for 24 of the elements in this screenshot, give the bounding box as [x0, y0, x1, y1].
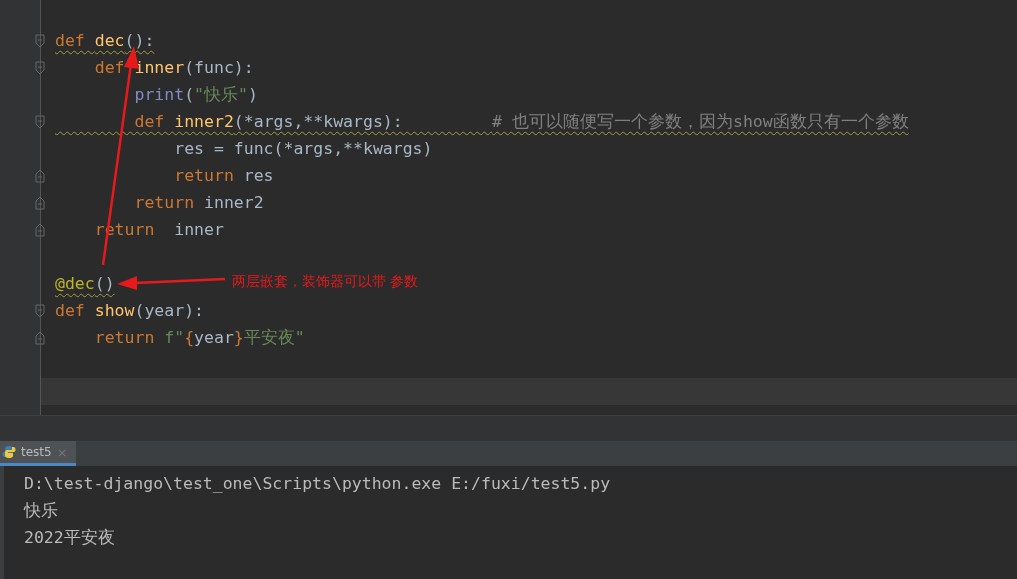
fold-icon[interactable] [35, 60, 45, 75]
code-line: return res [173, 166, 274, 185]
fold-icon[interactable] [35, 222, 45, 237]
code-line: return f"{year}平安夜" [93, 326, 305, 349]
code-line: return inner2 [133, 193, 264, 212]
fold-icon[interactable] [35, 195, 45, 210]
fold-icon[interactable] [35, 33, 45, 48]
code-line: def show(year): [55, 301, 205, 320]
code-line: res = func(*args,**kwargs) [173, 139, 433, 158]
annotation-text: 两层嵌套，装饰器可以带 参数 [232, 273, 419, 291]
code-line: @dec() [55, 274, 115, 293]
code-line: def inner(func): [93, 58, 254, 77]
console-output-line: 快乐 [24, 500, 58, 522]
fold-icon[interactable] [35, 114, 45, 129]
fold-icon[interactable] [35, 330, 45, 345]
fold-icon[interactable] [35, 303, 45, 318]
run-tab[interactable]: test5 × [0, 441, 76, 466]
code-line: def inner2(*args,**kwargs): # 也可以随便写一个参数，因为show函数只有一个参数 [133, 110, 909, 133]
python-icon [2, 445, 16, 459]
code-line: def dec(): [55, 31, 155, 50]
fold-icon[interactable] [35, 168, 45, 183]
console-output-line: 2022平安夜 [24, 527, 115, 549]
code-line: print("快乐") [133, 83, 258, 106]
console-output-line: D:\test-django\test_one\Scripts\python.exe E:/fuxi/test5.py [24, 473, 611, 495]
